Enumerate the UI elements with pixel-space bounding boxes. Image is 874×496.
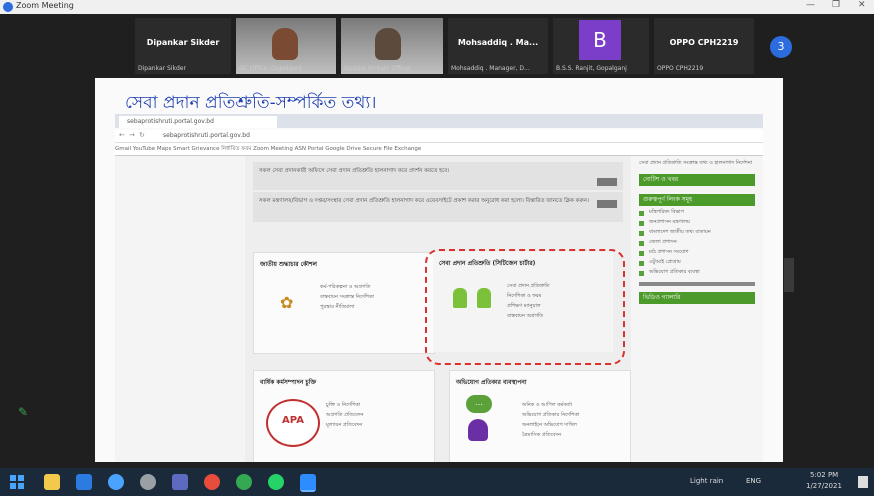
file-explorer-icon[interactable]	[44, 474, 60, 490]
weather-status[interactable]: Light rain	[690, 477, 723, 485]
right-link-item[interactable]: জেলা প্রশাসন	[639, 239, 755, 246]
participant-label: OPPO CPH2219	[657, 65, 704, 72]
highlight-dashed-frame	[425, 249, 625, 365]
window-title: Zoom Meeting	[16, 1, 74, 10]
card-link[interactable]: অনিক ও আপিল কর্মকর্তা	[522, 401, 572, 409]
card-link[interactable]: পুরস্কার নীতিমালা	[320, 303, 355, 311]
apa-logo-text: APA	[282, 415, 304, 426]
right-link-item[interactable]: মাঠ প্রশাসন সংযোগ	[639, 249, 755, 256]
clock-date[interactable]: 1/27/2021	[806, 482, 842, 490]
right-link-item[interactable]: অভিযোগ প্রতিকার ব্যবস্থা	[639, 269, 755, 276]
web-left-pane	[115, 156, 245, 462]
maximize-button[interactable]: ❐	[832, 0, 840, 10]
emblem-icon: ✿	[280, 293, 294, 312]
video-gallery-button[interactable]: ভিডিও গ্যালারি	[639, 292, 755, 304]
search-app-icon[interactable]	[140, 474, 156, 490]
card-title: বার্ষিক কর্মসম্পাদন চুক্তি	[260, 379, 317, 386]
windows-taskbar: Light rain ENG 5:02 PM 1/27/2021	[0, 468, 874, 496]
divider-bar	[639, 282, 755, 286]
card-link[interactable]: অগ্রগতি প্রতিবেদন	[326, 411, 363, 419]
notice-button[interactable]	[597, 200, 617, 208]
participant-face	[272, 28, 298, 60]
notification-icon[interactable]	[858, 476, 868, 488]
card-link[interactable]: বাস্তবায়ন সংক্রান্ত নির্দেশিকা	[320, 293, 374, 301]
teams-icon[interactable]	[172, 474, 188, 490]
participant-name: Dipankar Sikder	[146, 38, 220, 47]
shared-screen: সেবা প্রদান প্রতিশ্রুতি-সম্পর্কিত তথ্য। …	[95, 78, 783, 462]
right-link-item[interactable]: জনপ্রশাসন মন্ত্রণালয়	[639, 219, 755, 226]
outlook-icon[interactable]	[76, 474, 92, 490]
browser-tab[interactable]: sebaprotishruti.portal.gov.bd	[119, 116, 277, 128]
window-titlebar: Zoom Meeting — ❐ ✕	[0, 0, 874, 14]
bookmarks-bar[interactable]: Gmail YouTube Maps Smart Grievance নির্ধ…	[115, 143, 763, 156]
chat-bubble-icon: …	[466, 395, 492, 413]
person-icon	[468, 419, 488, 441]
browser-app-icon[interactable]	[204, 474, 220, 490]
notice-button[interactable]	[597, 178, 617, 186]
card-title: অভিযোগ প্রতিকার ব্যবস্থাপনা	[456, 379, 527, 386]
participant-label: Mohsaddiq . Manager, D...	[451, 65, 530, 72]
important-links-button[interactable]: গুরুত্বপূর্ণ লিংক সমূহ	[639, 194, 755, 206]
card-integrity-strategy[interactable]: জাতীয় শুদ্ধাচার কৌশল ✿ কর্ম-পরিকল্পনা ও…	[253, 252, 435, 354]
participant-tile[interactable]: OPPO CPH2219 OPPO CPH2219	[654, 18, 754, 74]
zoom-logo-icon	[3, 2, 13, 12]
participant-label: Dipankar Sikder	[138, 65, 186, 72]
participant-tile[interactable]: Dipankar Sikder Dipankar Sikder	[135, 18, 231, 74]
annotate-pencil-icon[interactable]: ✎	[18, 405, 28, 419]
card-link[interactable]: ত্রৈমাসিক প্রতিবেদন	[522, 431, 561, 439]
edge-icon[interactable]	[108, 474, 124, 490]
web-page: সকল সেবা প্রদানকারী অফিসে সেবা প্রদান প্…	[115, 156, 763, 462]
web-right-pane: সেবা প্রদান প্রতিশ্রুতি সংক্রান্ত তথ্য ও…	[631, 156, 763, 462]
url-text: sebaprotishruti.portal.gov.bd	[163, 132, 250, 139]
avatar-letter: B	[593, 28, 607, 52]
forward-icon[interactable]: →	[129, 131, 135, 139]
windows-start-icon[interactable]	[10, 475, 24, 489]
close-button[interactable]: ✕	[858, 0, 866, 10]
whatsapp-icon[interactable]	[268, 474, 284, 490]
right-panel-handle[interactable]	[784, 258, 794, 292]
participant-name: Mohsaddiq . Ma...	[457, 38, 539, 47]
card-link[interactable]: অনলাইনে অভিযোগ দাখিল	[522, 421, 577, 429]
notice-text: সকল সেবা প্রদানকারী অফিসে সেবা প্রদান প্…	[259, 168, 450, 174]
card-link[interactable]: কর্ম-পরিকল্পনা ও অগ্রগতি	[320, 283, 371, 291]
right-link-item[interactable]: মন্ত্রিপরিষদ বিভাগ	[639, 209, 755, 216]
participant-video[interactable]: DC Office, Gopalganj	[236, 18, 336, 74]
right-link-item[interactable]: বাংলাদেশ জাতীয় তথ্য বাতায়ন	[639, 229, 755, 236]
notice-box: সকল মন্ত্রণালয়/বিভাগ ও দপ্তর/সংস্থার সে…	[253, 192, 623, 222]
card-link[interactable]: মূল্যায়ন প্রতিবেদন	[326, 421, 362, 429]
card-grievance[interactable]: অভিযোগ প্রতিকার ব্যবস্থাপনা … অনিক ও আপি…	[449, 370, 631, 462]
minimize-button[interactable]: —	[806, 0, 815, 10]
card-title: জাতীয় শুদ্ধাচার কৌশল	[260, 261, 317, 268]
right-intro-text: সেবা প্রদান প্রতিশ্রুতি সংক্রান্ত তথ্য ও…	[639, 160, 753, 166]
zoom-taskbar-icon[interactable]	[300, 474, 316, 492]
browser-tab-strip: sebaprotishruti.portal.gov.bd	[115, 114, 763, 128]
notice-box: সকল সেবা প্রদানকারী অফিসে সেবা প্রদান প্…	[253, 162, 623, 190]
participant-tile[interactable]: B B.S.S. Ranjit, Gopalganj	[553, 18, 649, 74]
notice-text: সকল মন্ত্রণালয়/বিভাগ ও দপ্তর/সংস্থার সে…	[259, 198, 589, 204]
participant-video[interactable]: Upazila Nirbahi Officer	[341, 18, 443, 74]
card-link[interactable]: চুক্তি ও নির্দেশিকা	[326, 401, 360, 409]
clock-time[interactable]: 5:02 PM	[810, 471, 838, 479]
apa-logo: APA	[266, 399, 320, 447]
participant-face	[375, 28, 401, 60]
card-link[interactable]: অভিযোগ প্রতিকার নির্দেশিকা	[522, 411, 579, 419]
card-apa[interactable]: বার্ষিক কর্মসম্পাদন চুক্তি APA চুক্তি ও …	[253, 370, 435, 462]
browser-address-bar[interactable]: ← → ↻ sebaprotishruti.portal.gov.bd	[115, 130, 763, 143]
right-link-item[interactable]: এটুআই প্রোগ্রাম	[639, 259, 755, 266]
participant-avatar: B	[579, 20, 621, 60]
chrome-icon[interactable]	[236, 474, 252, 490]
reload-icon[interactable]: ↻	[139, 131, 145, 139]
notice-news-button[interactable]: নোটিশ ও খবর	[639, 174, 755, 186]
participant-label: Upazila Nirbahi Officer	[344, 65, 412, 72]
language-indicator[interactable]: ENG	[746, 477, 761, 485]
participant-label: B.S.S. Ranjit, Gopalganj	[556, 65, 627, 72]
participant-name: OPPO CPH2219	[669, 38, 739, 47]
participant-label: DC Office, Gopalganj	[239, 65, 302, 72]
participant-tile[interactable]: Mohsaddiq . Ma... Mohsaddiq . Manager, D…	[448, 18, 548, 74]
back-icon[interactable]: ←	[119, 131, 125, 139]
participants-count-button[interactable]: 3	[770, 36, 792, 58]
